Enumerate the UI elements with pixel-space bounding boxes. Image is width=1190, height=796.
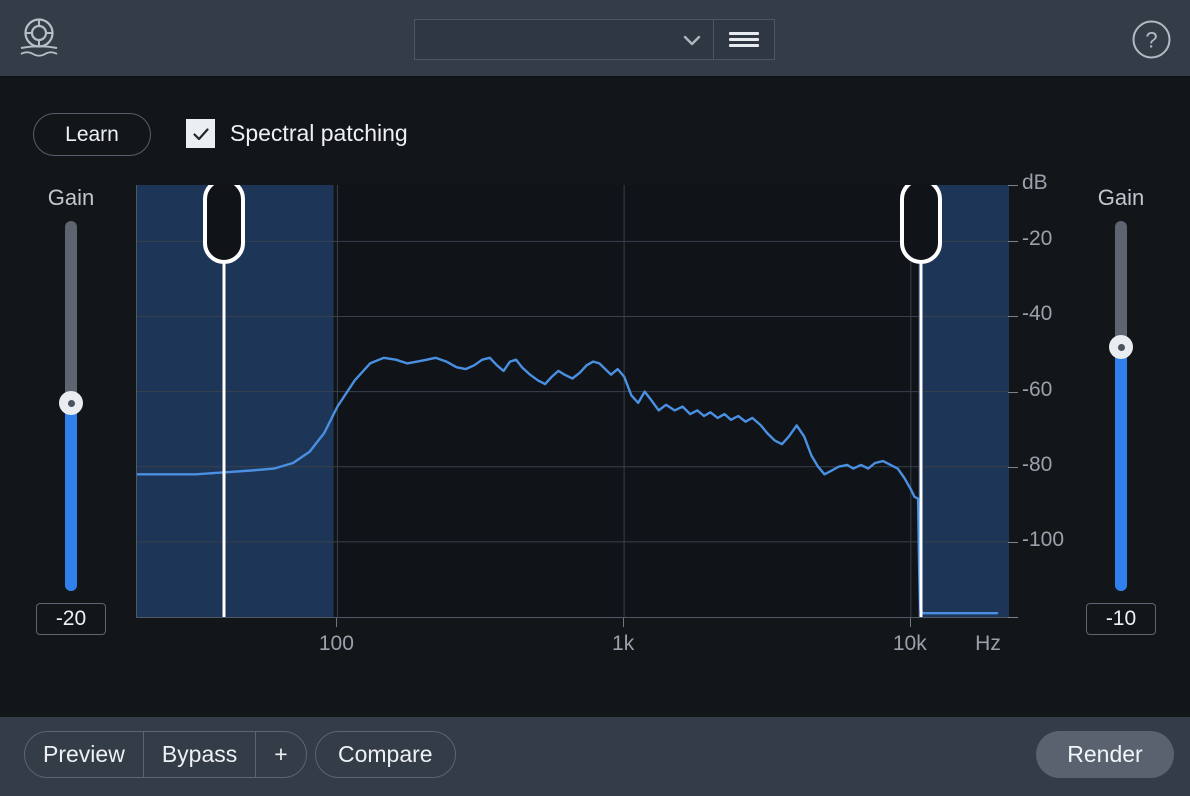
x-axis-unit-label: Hz <box>975 632 1001 655</box>
compare-button-label: Compare <box>338 741 433 767</box>
right-gain-control: Gain -10 <box>1061 185 1181 635</box>
spectrum-graph[interactable] <box>136 185 1009 617</box>
y-tick-mark <box>1008 185 1018 186</box>
svg-text:?: ? <box>1145 28 1157 53</box>
x-tick-label: 10k <box>892 632 927 655</box>
right-gain-fill <box>1115 347 1127 591</box>
right-gain-value[interactable]: -10 <box>1086 603 1156 635</box>
x-tick-mark <box>623 618 625 627</box>
header-bar: ? <box>0 0 1190 78</box>
bottom-toolbar: Preview Bypass + Compare Render <box>0 717 1190 796</box>
question-mark-circle-icon[interactable]: ? <box>1131 19 1172 60</box>
preset-control-group <box>414 19 775 60</box>
bypass-button[interactable]: Bypass <box>144 732 257 777</box>
y-tick-mark <box>1008 241 1018 243</box>
x-tick-mark <box>909 618 911 627</box>
left-gain-fill <box>65 403 77 591</box>
y-tick-mark <box>1008 541 1018 543</box>
lifebuoy-icon <box>17 17 61 61</box>
plugin-window: ? Learn Spectral patching Gain -20 Gain <box>0 0 1190 796</box>
spectral-patching-row[interactable]: Spectral patching <box>186 119 408 148</box>
learn-button-label: Learn <box>65 122 119 146</box>
x-axis: 100 1k 10k Hz <box>136 618 1036 663</box>
spectral-patching-label: Spectral patching <box>230 120 408 146</box>
render-button[interactable]: Render <box>1036 731 1174 778</box>
y-tick-mark <box>1008 391 1018 393</box>
y-tick-label: -60 <box>1022 377 1053 401</box>
menu-bar-3 <box>729 44 759 47</box>
right-gain-knob[interactable] <box>1109 335 1133 359</box>
learn-button[interactable]: Learn <box>33 113 151 156</box>
menu-bar-1 <box>729 32 759 35</box>
left-gain-knob[interactable] <box>59 391 83 415</box>
left-gain-value[interactable]: -20 <box>36 603 106 635</box>
add-button-label: + <box>274 741 288 767</box>
chevron-down-icon <box>681 29 703 51</box>
left-gain-control: Gain -20 <box>11 185 131 635</box>
compare-button[interactable]: Compare <box>315 731 456 778</box>
hamburger-menu-icon[interactable] <box>713 19 775 60</box>
spectral-patching-checkbox[interactable] <box>186 119 215 148</box>
y-tick-mark <box>1008 316 1018 318</box>
bypass-button-label: Bypass <box>161 741 238 767</box>
y-tick-mark <box>1008 466 1018 468</box>
low-cutoff-handle <box>203 185 245 264</box>
x-tick-mark <box>336 618 338 627</box>
preset-dropdown[interactable] <box>414 19 713 60</box>
high-cutoff-handle <box>900 185 942 264</box>
right-gain-label: Gain <box>1097 185 1145 210</box>
y-tick-label: -100 <box>1022 527 1065 551</box>
y-tick-label: -80 <box>1022 452 1053 476</box>
left-gain-slider[interactable] <box>11 221 131 591</box>
y-tick-label: dB <box>1022 171 1048 194</box>
left-gain-label: Gain <box>47 185 95 210</box>
right-gain-slider[interactable] <box>1061 221 1181 591</box>
menu-bar-2 <box>729 38 759 41</box>
render-button-label: Render <box>1067 741 1143 767</box>
y-axis: dB -20 -40 -60 -80 -100 <box>1008 171 1078 635</box>
checkmark-icon <box>192 127 209 140</box>
y-tick-label: -20 <box>1022 227 1053 251</box>
spectrum-plot <box>137 185 1009 617</box>
transport-segmented-group: Preview Bypass + <box>24 731 307 778</box>
y-tick-label: -40 <box>1022 302 1053 326</box>
x-tick-label: 100 <box>318 632 354 655</box>
x-tick-label: 1k <box>612 632 635 655</box>
preview-button-label: Preview <box>43 741 125 767</box>
preview-button[interactable]: Preview <box>25 732 144 777</box>
add-button[interactable]: + <box>256 732 305 777</box>
